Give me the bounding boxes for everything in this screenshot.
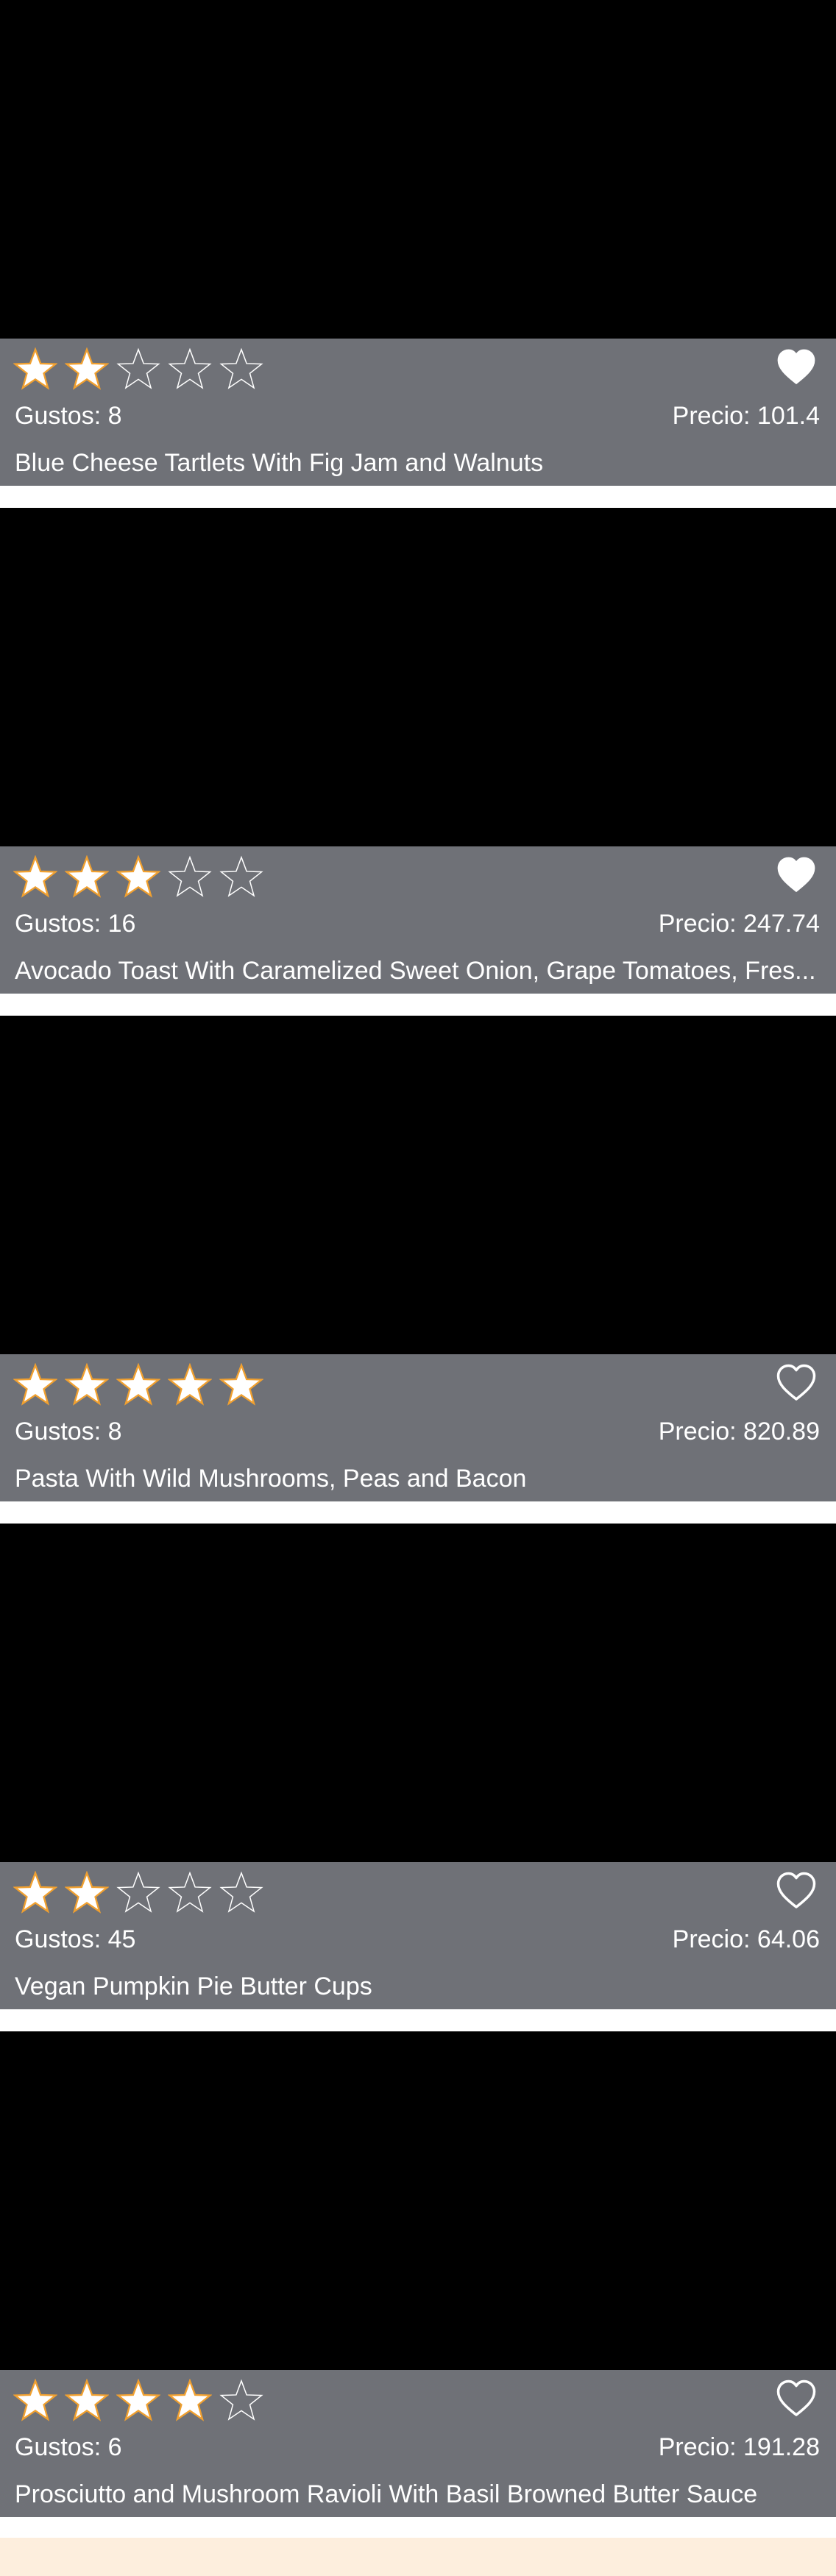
recipe-card[interactable]: Gustos: 8 Precio: 820.89 Pasta With Wild M… bbox=[0, 1016, 836, 1501]
star-filled-icon[interactable] bbox=[116, 854, 168, 901]
star-rating[interactable] bbox=[13, 1362, 271, 1409]
likes-count: Gustos: 8 bbox=[15, 402, 122, 430]
recipe-info-panel: Gustos: 8 Precio: 101.4 Blue Cheese Tartle… bbox=[0, 339, 836, 486]
star-rating[interactable] bbox=[13, 2377, 271, 2424]
recipe-card[interactable]: Gustos: 6 Precio: 191.28 Prosciutto and Mu… bbox=[0, 2031, 836, 2517]
recipe-info-panel: Gustos: 8 Precio: 820.89 Pasta With Wild M… bbox=[0, 1354, 836, 1501]
recipe-title[interactable]: Vegan Pumpkin Pie Butter Cups bbox=[15, 1971, 820, 2002]
heart-outline-icon[interactable] bbox=[773, 2376, 820, 2423]
likes-count: Gustos: 16 bbox=[15, 910, 136, 938]
likes-count: Gustos: 45 bbox=[15, 1925, 136, 1953]
recipe-card[interactable]: Gustos: 8 Precio: 101.4 Blue Cheese Tartle… bbox=[0, 0, 836, 486]
recipe-title[interactable]: Pasta With Wild Mushrooms, Peas and Baco… bbox=[15, 1463, 820, 1494]
star-filled-icon[interactable] bbox=[13, 346, 65, 393]
star-filled-icon[interactable] bbox=[13, 854, 65, 901]
recipe-info-panel: Gustos: 45 Precio: 64.06 Vegan Pumpkin Pie… bbox=[0, 1862, 836, 2009]
recipe-image[interactable] bbox=[0, 508, 836, 846]
star-filled-icon[interactable] bbox=[219, 1362, 271, 1409]
star-filled-icon[interactable] bbox=[13, 1362, 65, 1409]
star-empty-icon[interactable] bbox=[219, 854, 271, 901]
recipe-image[interactable] bbox=[0, 1524, 836, 1862]
star-filled-icon[interactable] bbox=[168, 2377, 219, 2424]
price-label: Precio: 247.74 bbox=[658, 910, 820, 938]
recipe-title[interactable]: Blue Cheese Tartlets With Fig Jam and Wa… bbox=[15, 447, 820, 478]
heart-filled-icon[interactable] bbox=[773, 852, 820, 899]
star-filled-icon[interactable] bbox=[65, 2377, 116, 2424]
next-card-edge bbox=[0, 2538, 836, 2576]
recipe-card[interactable]: Gustos: 16 Precio: 247.74 Avocado Toast Wi… bbox=[0, 508, 836, 994]
recipe-image[interactable] bbox=[0, 0, 836, 339]
price-label: Precio: 820.89 bbox=[658, 1418, 820, 1446]
recipe-card[interactable]: Gustos: 45 Precio: 64.06 Vegan Pumpkin Pie… bbox=[0, 1524, 836, 2009]
star-empty-icon[interactable] bbox=[168, 854, 219, 901]
heart-outline-icon[interactable] bbox=[773, 1360, 820, 1407]
price-label: Precio: 191.28 bbox=[658, 2433, 820, 2461]
price-label: Precio: 101.4 bbox=[672, 402, 820, 430]
star-rating[interactable] bbox=[13, 854, 271, 901]
star-filled-icon[interactable] bbox=[168, 1362, 219, 1409]
recipe-info-panel: Gustos: 6 Precio: 191.28 Prosciutto and Mu… bbox=[0, 2370, 836, 2517]
star-filled-icon[interactable] bbox=[65, 1362, 116, 1409]
star-filled-icon[interactable] bbox=[13, 1869, 65, 1917]
star-filled-icon[interactable] bbox=[116, 2377, 168, 2424]
recipe-image[interactable] bbox=[0, 2031, 836, 2370]
star-filled-icon[interactable] bbox=[65, 1869, 116, 1917]
recipe-title[interactable]: Avocado Toast With Caramelized Sweet Oni… bbox=[15, 955, 820, 986]
star-rating[interactable] bbox=[13, 346, 271, 393]
star-filled-icon[interactable] bbox=[65, 854, 116, 901]
heart-filled-icon[interactable] bbox=[773, 344, 820, 392]
recipe-title[interactable]: Prosciutto and Mushroom Ravioli With Bas… bbox=[15, 2479, 820, 2510]
star-rating[interactable] bbox=[13, 1869, 271, 1917]
star-empty-icon[interactable] bbox=[219, 346, 271, 393]
star-filled-icon[interactable] bbox=[116, 1362, 168, 1409]
star-empty-icon[interactable] bbox=[168, 1869, 219, 1917]
star-filled-icon[interactable] bbox=[13, 2377, 65, 2424]
star-filled-icon[interactable] bbox=[65, 346, 116, 393]
star-empty-icon[interactable] bbox=[116, 346, 168, 393]
recipe-image[interactable] bbox=[0, 1016, 836, 1354]
star-empty-icon[interactable] bbox=[219, 2377, 271, 2424]
heart-outline-icon[interactable] bbox=[773, 1868, 820, 1915]
likes-count: Gustos: 6 bbox=[15, 2433, 122, 2461]
star-empty-icon[interactable] bbox=[219, 1869, 271, 1917]
likes-count: Gustos: 8 bbox=[15, 1418, 122, 1446]
star-empty-icon[interactable] bbox=[168, 346, 219, 393]
recipe-info-panel: Gustos: 16 Precio: 247.74 Avocado Toast Wi… bbox=[0, 846, 836, 994]
price-label: Precio: 64.06 bbox=[672, 1925, 820, 1953]
star-empty-icon[interactable] bbox=[116, 1869, 168, 1917]
